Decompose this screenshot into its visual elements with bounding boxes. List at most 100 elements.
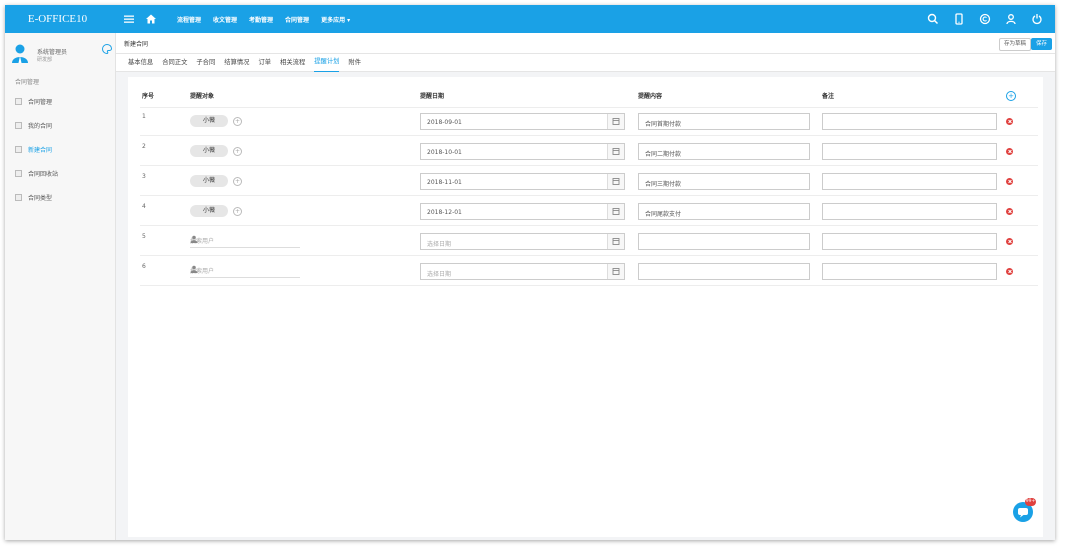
user-chip[interactable]: 小薇 [190,205,228,217]
top-navbar: E-OFFICE10 流程管理 收文管理 考勤管理 合同管理 更多应用 ▾ [5,5,1055,33]
content-field[interactable] [638,233,810,250]
date-placeholder: 选择日期 [427,271,452,278]
app-logo[interactable]: E-OFFICE10 [5,5,110,33]
delete-row-icon[interactable] [1006,238,1013,245]
date-field[interactable]: 选择日期 [420,233,625,250]
row-divider [140,285,1038,286]
row-index: 4 [142,203,146,210]
tab-settlement[interactable]: 结算情况 [224,54,249,72]
add-user-icon[interactable]: + [233,147,242,156]
date-field[interactable]: 2018-12-01 [420,203,625,220]
user-chip[interactable]: 小薇 [190,175,228,187]
content-field[interactable]: 合同首期付款 [638,113,810,130]
sidebar-item-label: 新建合同 [28,146,53,154]
sidebar-item-contract-types[interactable]: 合同类型 [15,190,52,204]
user-chip[interactable]: 小薇 [190,115,228,127]
user-icon[interactable] [1005,13,1017,25]
row-divider [140,255,1038,256]
row-index: 2 [142,143,146,150]
date-field[interactable]: 选择日期 [420,263,625,280]
chat-badge: 99+ [1025,498,1036,506]
note-field[interactable] [822,173,997,190]
delete-row-icon[interactable] [1006,268,1013,275]
sidebar-item-my-contracts[interactable]: 我的合同 [15,118,52,132]
sidebar-item-contract-recycle-bin[interactable]: 合同回收站 [15,166,58,180]
date-field[interactable]: 2018-10-01 [420,143,625,160]
user-chip[interactable]: 小薇 [190,145,228,157]
user-name: 系统管理员 [37,49,68,56]
delete-row-icon[interactable] [1006,208,1013,215]
sidebar-item-new-contract[interactable]: 新建合同 [15,142,52,156]
save-draft-button[interactable]: 存为草稿 [998,38,1031,51]
content-field[interactable]: 合同二期付款 [638,143,810,160]
date-placeholder: 选择日期 [427,241,452,248]
nav-item-received-docs[interactable]: 收文管理 [213,15,237,24]
content-field[interactable] [638,263,810,280]
nav-item-contracts[interactable]: 合同管理 [285,15,309,24]
delete-row-icon[interactable] [1006,118,1013,125]
sidebar-item-contract-management[interactable]: 合同管理 [15,94,52,108]
mobile-icon[interactable] [953,13,965,25]
search-user-input[interactable]: 搜索用户 [190,233,300,248]
row-divider [140,225,1038,226]
tab-sub-contract[interactable]: 子合同 [196,54,215,72]
list-icon [15,97,22,105]
tab-related-flows[interactable]: 相关流程 [280,54,305,72]
tab-orders[interactable]: 订单 [258,54,271,72]
note-field[interactable] [822,263,997,280]
note-field[interactable] [822,143,997,160]
search-icon[interactable] [927,13,939,25]
reminder-table: 序号 提醒对象 提醒日期 提醒内容 备注 + 1 小薇 + 2018-09-01… [128,77,1043,537]
note-field[interactable] [822,203,997,220]
person-icon[interactable] [190,265,300,275]
sidebar: 系统管理员 研发部 合同管理 合同管理 我的合同 新建合同 合同回收站 合同类型 [5,33,116,540]
tab-contract-text[interactable]: 合同正文 [162,54,187,72]
person-icon[interactable] [190,235,300,245]
user-profile[interactable]: 系统管理员 研发部 [11,43,113,73]
calendar-icon[interactable] [607,144,624,159]
tab-attachments[interactable]: 附件 [348,54,361,72]
calendar-icon[interactable] [607,204,624,219]
search-user-input[interactable]: 搜索用户 [190,263,300,278]
note-field[interactable] [822,113,997,130]
palette-icon[interactable] [101,43,113,55]
row-index: 6 [142,263,146,270]
date-field[interactable]: 2018-09-01 [420,113,625,130]
menu-icon[interactable] [123,13,135,25]
date-field[interactable]: 2018-11-01 [420,173,625,190]
date-value: 2018-09-01 [427,119,462,126]
add-row-icon[interactable]: + [1006,91,1016,101]
chat-button[interactable]: 99+ [1013,498,1036,522]
power-icon[interactable] [1031,13,1043,25]
content-field[interactable]: 合同三期付款 [638,173,810,190]
sidebar-item-label: 合同类型 [28,194,53,202]
calendar-icon[interactable] [607,234,624,249]
tab-basic-info[interactable]: 基本信息 [128,54,153,72]
add-user-icon[interactable]: + [233,177,242,186]
row-divider [140,165,1038,166]
add-user-icon[interactable]: + [233,117,242,126]
note-field[interactable] [822,233,997,250]
delete-row-icon[interactable] [1006,178,1013,185]
main-content: 新建合同 存为草稿 保存 基本信息 合同正文 子合同 结算情况 订单 相关流程 … [116,33,1055,540]
home-icon[interactable] [145,13,157,25]
nav-item-attendance[interactable]: 考勤管理 [249,15,273,24]
nav-item-more-apps[interactable]: 更多应用 ▾ [321,15,350,24]
save-button[interactable]: 保存 [1030,38,1052,50]
nav-item-workflow[interactable]: 流程管理 [177,15,201,24]
calendar-icon[interactable] [607,264,624,279]
user-department: 研发部 [37,57,53,63]
calendar-icon[interactable] [607,174,624,189]
row-divider [140,195,1038,196]
top-menu: 流程管理 收文管理 考勤管理 合同管理 更多应用 ▾ [177,5,350,33]
add-user-icon[interactable]: + [233,207,242,216]
copyright-icon[interactable] [979,13,991,25]
content-field[interactable]: 合同尾款支付 [638,203,810,220]
delete-row-icon[interactable] [1006,148,1013,155]
tab-reminder-plan[interactable]: 提醒计划 [314,53,340,72]
row-divider [140,135,1038,136]
row-index: 3 [142,173,146,180]
list-icon [15,193,22,201]
column-header-note: 备注 [822,93,835,100]
calendar-icon[interactable] [607,114,624,129]
